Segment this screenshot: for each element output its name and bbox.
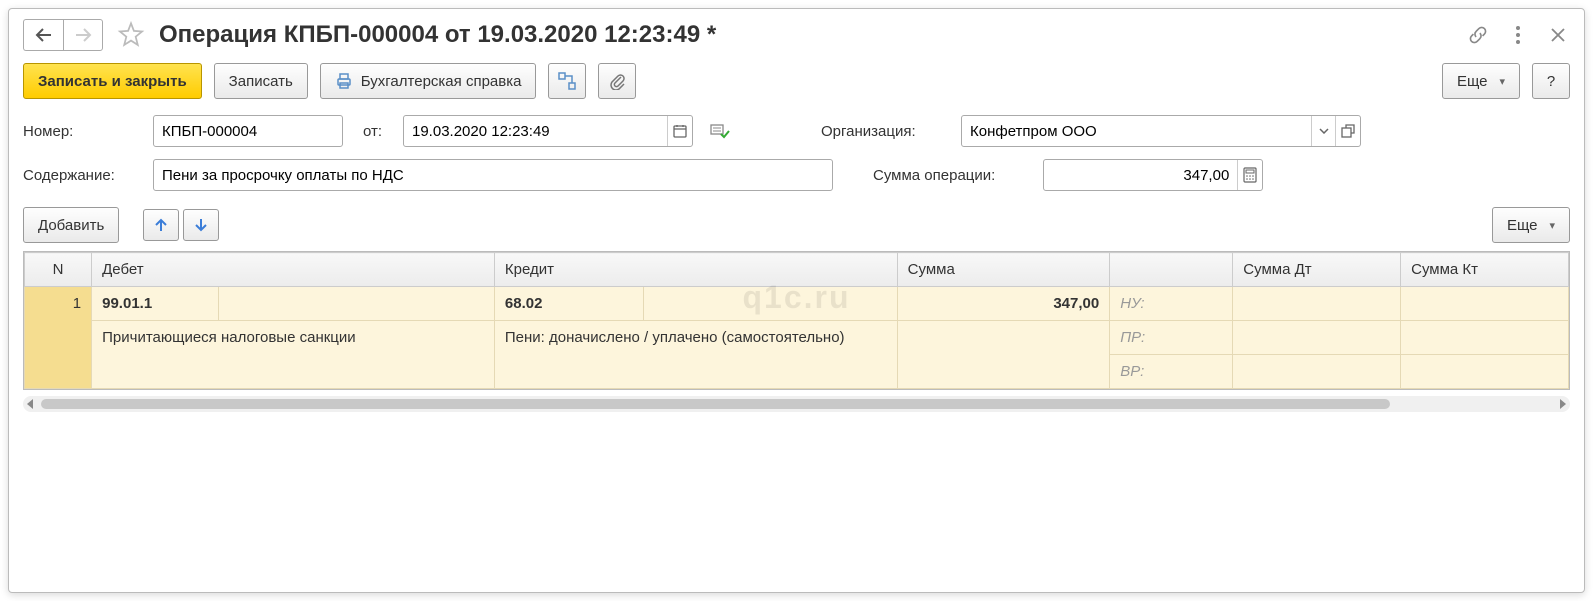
structure-icon — [558, 72, 576, 90]
close-icon[interactable] — [1546, 23, 1570, 47]
arrow-left-icon — [35, 28, 53, 42]
cell-credit-desc[interactable]: Пени: доначислено / уплачено (самостояте… — [494, 321, 897, 389]
entries-table: N Дебет Кредит Сумма Сумма Дт Сумма Кт 1… — [23, 251, 1570, 390]
form-row-2: Содержание: Сумма операции: — [9, 153, 1584, 197]
arrow-down-icon — [194, 217, 208, 233]
col-header-sumkt[interactable]: Сумма Кт — [1401, 253, 1569, 287]
chevron-down-icon — [1319, 128, 1329, 134]
cell-tag-pr: ПР: — [1110, 321, 1233, 355]
move-up-button[interactable] — [143, 209, 179, 241]
accounting-reference-button[interactable]: Бухгалтерская справка — [320, 63, 537, 99]
cell-credit-account[interactable]: 68.02 — [494, 287, 644, 321]
save-close-button[interactable]: Записать и закрыть — [23, 63, 202, 99]
add-row-button[interactable]: Добавить — [23, 207, 119, 243]
attachment-button[interactable] — [598, 63, 636, 99]
printer-icon — [335, 72, 353, 90]
table-row[interactable]: 1 99.01.1 68.02 347,00 НУ: — [25, 287, 1569, 321]
kebab-menu-icon[interactable] — [1506, 23, 1530, 47]
horizontal-scrollbar[interactable] — [23, 396, 1570, 412]
cell-sumkt-2[interactable] — [1401, 321, 1569, 355]
more-button[interactable]: Еще — [1442, 63, 1520, 99]
form-row-1: Номер: от: Организация: — [9, 109, 1584, 153]
col-header-n[interactable]: N — [25, 253, 92, 287]
col-header-sum[interactable]: Сумма — [897, 253, 1110, 287]
table-toolbar: Добавить Еще — [9, 197, 1584, 251]
sum-input[interactable] — [1044, 160, 1237, 190]
link-icon[interactable] — [1466, 23, 1490, 47]
number-label: Номер: — [23, 123, 143, 140]
col-header-credit[interactable]: Кредит — [494, 253, 897, 287]
favorite-star-icon[interactable] — [117, 21, 145, 49]
calendar-button[interactable] — [667, 116, 692, 146]
cell-debit-account[interactable]: 99.01.1 — [92, 287, 219, 321]
cell-debit-desc[interactable]: Причитающиеся налоговые санкции — [92, 321, 495, 389]
table-row[interactable]: Причитающиеся налоговые санкции Пени: до… — [25, 321, 1569, 355]
cell-sumdt-2[interactable] — [1233, 321, 1401, 355]
main-toolbar: Записать и закрыть Записать Бухгалтерска… — [9, 59, 1584, 109]
col-header-debit[interactable]: Дебет — [92, 253, 495, 287]
cell-sumdt-1[interactable] — [1233, 287, 1401, 321]
calculator-button[interactable] — [1237, 160, 1262, 190]
content-label: Содержание: — [23, 167, 143, 184]
content-input[interactable] — [154, 160, 832, 190]
move-down-button[interactable] — [183, 209, 219, 241]
open-external-icon — [1341, 124, 1355, 138]
structure-button[interactable] — [548, 63, 586, 99]
nav-back-button[interactable] — [23, 19, 63, 51]
cell-row-number: 1 — [25, 287, 92, 389]
cell-sum-empty[interactable] — [897, 321, 1110, 389]
org-open-button[interactable] — [1335, 116, 1360, 146]
org-label: Организация: — [821, 123, 951, 140]
page-title: Операция КПБП-000004 от 19.03.2020 12:23… — [159, 21, 1458, 49]
org-input[interactable] — [962, 116, 1311, 146]
arrow-right-icon — [74, 28, 92, 42]
number-input[interactable] — [154, 116, 342, 146]
sum-label: Сумма операции: — [873, 167, 1033, 184]
scrollbar-thumb[interactable] — [41, 399, 1390, 409]
date-label: от: — [363, 123, 393, 140]
calendar-icon — [672, 123, 688, 139]
calculator-icon — [1243, 167, 1257, 183]
cell-sumdt-3[interactable] — [1233, 355, 1401, 389]
save-button[interactable]: Записать — [214, 63, 308, 99]
cell-sumkt-3[interactable] — [1401, 355, 1569, 389]
cell-credit-extra[interactable] — [644, 287, 897, 321]
paperclip-icon — [608, 72, 626, 90]
table-more-button[interactable]: Еще — [1492, 207, 1570, 243]
nav-forward-button[interactable] — [63, 19, 103, 51]
org-dropdown-button[interactable] — [1311, 116, 1336, 146]
cell-sumkt-1[interactable] — [1401, 287, 1569, 321]
accounting-reference-label: Бухгалтерская справка — [361, 73, 522, 90]
date-input[interactable] — [404, 116, 667, 146]
cell-tag-vr: ВР: — [1110, 355, 1233, 389]
col-header-sumdt[interactable]: Сумма Дт — [1233, 253, 1401, 287]
cell-sum[interactable]: 347,00 — [897, 287, 1110, 321]
col-header-blank — [1110, 253, 1233, 287]
titlebar: Операция КПБП-000004 от 19.03.2020 12:23… — [9, 9, 1584, 59]
cell-tag-nu: НУ: — [1110, 287, 1233, 321]
posting-status-icon[interactable] — [709, 120, 731, 142]
help-button[interactable]: ? — [1532, 63, 1570, 99]
arrow-up-icon — [154, 217, 168, 233]
cell-debit-extra[interactable] — [218, 287, 494, 321]
